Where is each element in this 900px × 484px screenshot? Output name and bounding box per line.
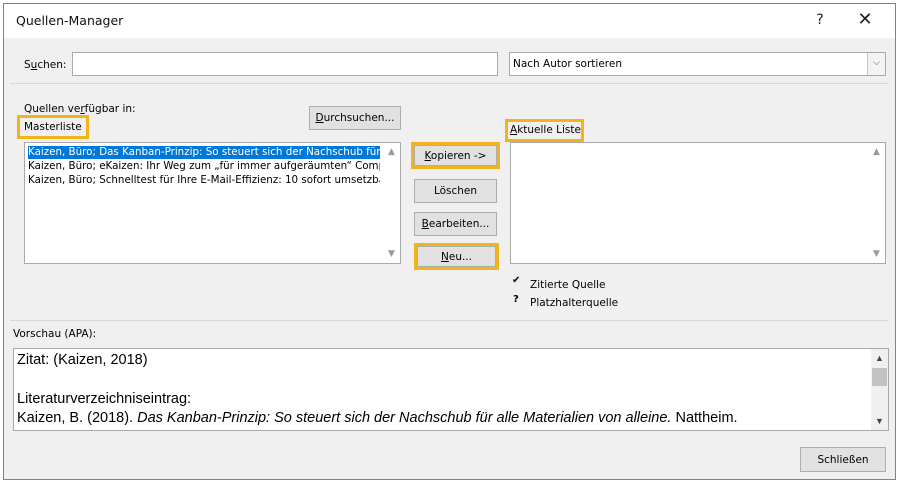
copy-button[interactable]: Kopieren -> bbox=[414, 145, 497, 166]
bibliography-entry: Kaizen, B. (2018). Das Kanban-Prinzip: S… bbox=[17, 410, 738, 426]
citation-preview: Zitat: (Kaizen, 2018) bbox=[17, 352, 148, 368]
divider bbox=[10, 320, 888, 321]
list-item[interactable]: Kaizen, Büro; Schnelltest für Ihre E-Mai… bbox=[28, 174, 380, 187]
close-icon[interactable]: ✕ bbox=[854, 10, 876, 30]
search-label: Suchen: bbox=[24, 59, 67, 71]
divider bbox=[10, 83, 888, 84]
help-icon[interactable]: ? bbox=[810, 10, 830, 30]
sort-selected-value: Nach Autor sortieren bbox=[513, 58, 622, 70]
delete-button[interactable]: Löschen bbox=[414, 179, 497, 203]
preview-scrollbar[interactable]: ▲ ▼ bbox=[871, 349, 888, 430]
bibliography-heading: Literaturverzeichniseintrag: bbox=[17, 391, 192, 407]
sort-dropdown[interactable]: Nach Autor sortieren ⌵ bbox=[509, 52, 886, 76]
preview-box[interactable]: Zitat: (Kaizen, 2018) Literaturverzeichn… bbox=[13, 348, 889, 431]
scroll-up-icon[interactable]: ▲ bbox=[383, 145, 400, 159]
masterlist-label: Masterliste bbox=[24, 121, 82, 133]
master-source-list[interactable]: Kaizen, Büro; Das Kanban-Prinzip: So ste… bbox=[24, 142, 401, 264]
window-title: Quellen-Manager bbox=[16, 13, 124, 28]
scroll-thumb[interactable] bbox=[872, 368, 887, 386]
dialog-body: Suchen: Nach Autor sortieren ⌵ Quellen v… bbox=[4, 38, 895, 479]
current-source-list[interactable]: ▲ ▼ bbox=[510, 142, 886, 264]
scroll-up-icon[interactable]: ▲ bbox=[868, 145, 885, 159]
current-list-scrollbar[interactable]: ▲ ▼ bbox=[868, 143, 885, 263]
title-bar: Quellen-Manager ? ✕ bbox=[4, 4, 895, 38]
master-list-scrollbar[interactable]: ▲ ▼ bbox=[383, 143, 400, 263]
search-input[interactable] bbox=[72, 52, 498, 76]
list-item[interactable]: Kaizen, Büro; eKaizen: Ihr Weg zum „für … bbox=[28, 160, 380, 173]
scroll-down-icon[interactable]: ▼ bbox=[868, 247, 885, 261]
source-manager-dialog: Quellen-Manager ? ✕ Suchen: Nach Autor s… bbox=[3, 3, 896, 480]
current-list-label: Aktuelle Liste bbox=[510, 124, 581, 136]
sources-available-label: Quellen verfügbar in: bbox=[24, 103, 136, 115]
cited-source-legend: Zitierte Quelle bbox=[530, 279, 606, 291]
edit-button[interactable]: Bearbeiten... bbox=[414, 212, 497, 236]
scroll-down-icon[interactable]: ▼ bbox=[871, 414, 888, 428]
new-button[interactable]: Neu... bbox=[417, 246, 496, 267]
cited-check-icon: ✔ bbox=[512, 275, 521, 286]
scroll-up-icon[interactable]: ▲ bbox=[871, 351, 888, 365]
placeholder-source-legend: Platzhalterquelle bbox=[530, 297, 619, 309]
browse-button[interactable]: Durchsuchen... bbox=[309, 106, 401, 130]
chevron-down-icon[interactable]: ⌵ bbox=[867, 53, 885, 75]
scroll-down-icon[interactable]: ▼ bbox=[383, 247, 400, 261]
preview-label: Vorschau (APA): bbox=[13, 328, 97, 340]
close-button[interactable]: Schließen bbox=[800, 447, 886, 472]
placeholder-icon: ? bbox=[513, 294, 519, 305]
list-item[interactable]: Kaizen, Büro; Das Kanban-Prinzip: So ste… bbox=[28, 146, 400, 159]
